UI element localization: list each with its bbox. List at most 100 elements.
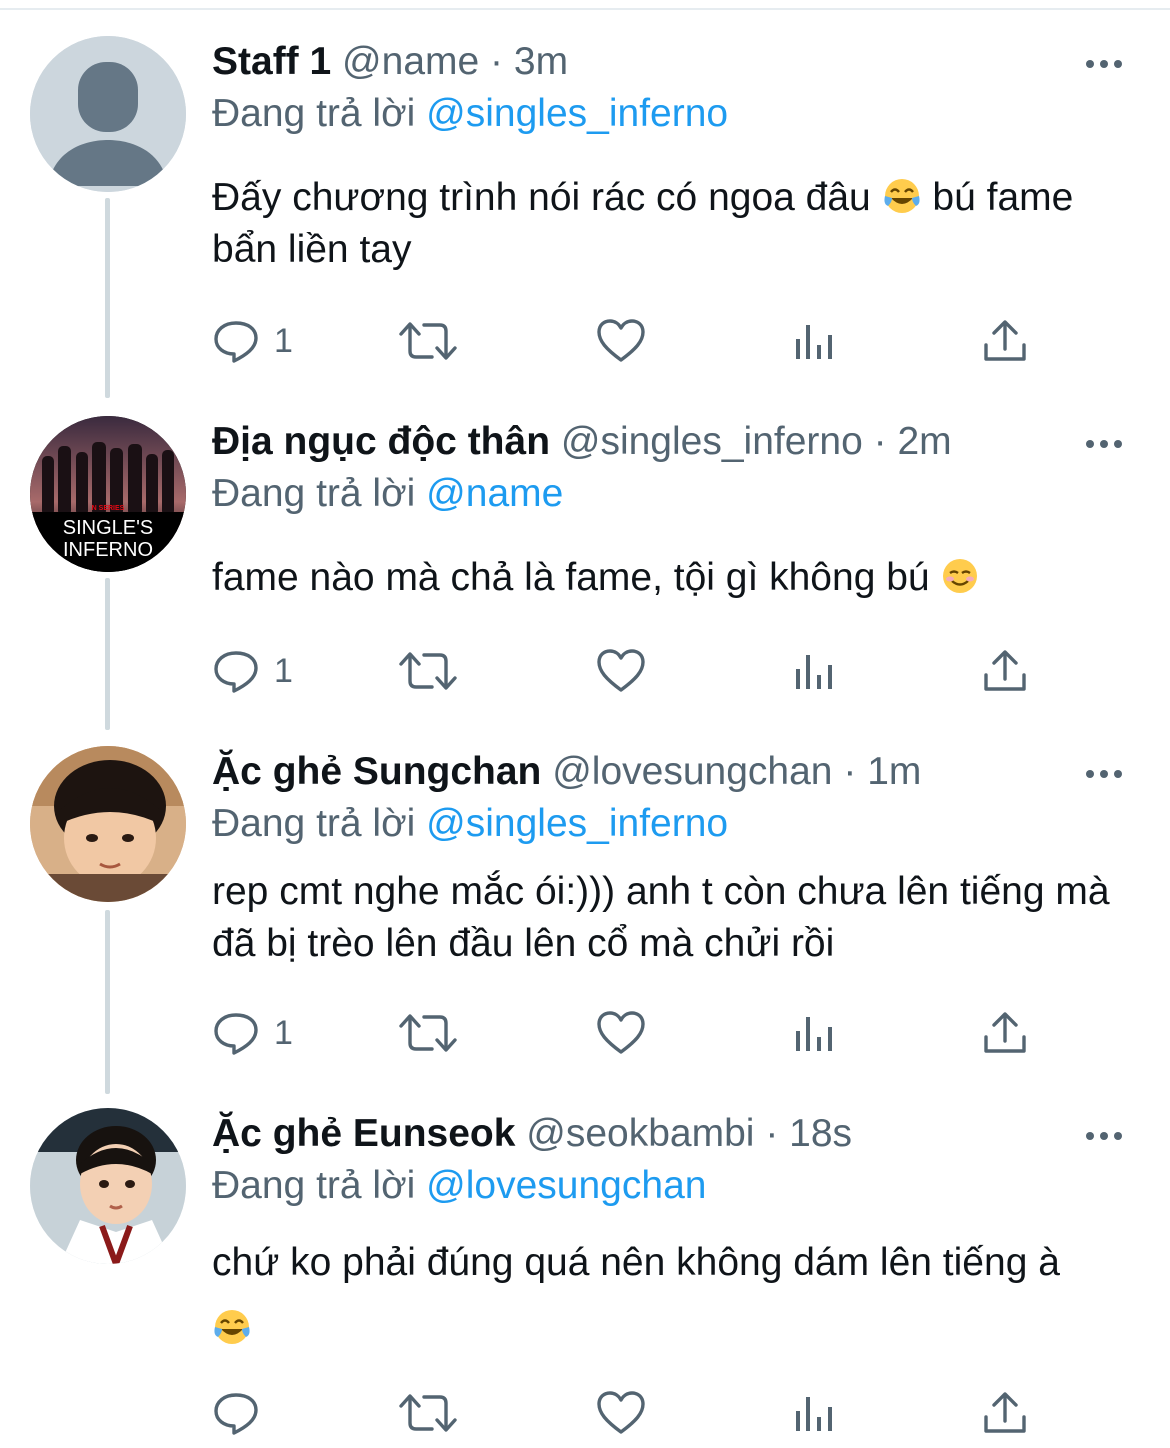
thread-connector <box>105 910 110 1094</box>
default-avatar-icon <box>30 36 186 192</box>
reply-prefix: Đang trả lời <box>212 92 416 135</box>
reply-icon <box>214 321 258 363</box>
like-button[interactable] <box>596 646 646 696</box>
avatar[interactable] <box>30 36 186 192</box>
retweet-icon <box>399 652 457 690</box>
reply-icon <box>214 1393 258 1435</box>
tweet-text-part: rep cmt nghe mắc ói:))) anh t còn chưa l… <box>212 870 1110 965</box>
avatar[interactable]: N SERIES SINGLE'S INFERNO <box>30 416 186 572</box>
replying-to: Đang trả lời @singles_inferno <box>212 88 728 140</box>
child-photo-avatar <box>30 1108 186 1264</box>
face-with-tears-of-joy-icon <box>884 179 920 213</box>
share-button[interactable] <box>982 1388 1028 1438</box>
views-icon <box>796 1397 832 1431</box>
tweet-header: Địa ngục độc thân @singles_inferno · 2m <box>212 416 952 468</box>
user-handle[interactable]: @name <box>342 40 479 83</box>
timestamp[interactable]: 3m <box>514 40 568 83</box>
avatar[interactable] <box>30 746 186 902</box>
timestamp[interactable]: 2m <box>897 420 951 463</box>
child-photo-avatar <box>30 746 186 902</box>
retweet-button[interactable] <box>398 316 458 366</box>
replying-to: Đang trả lời @singles_inferno <box>212 798 728 850</box>
logo-line2: INFERNO <box>63 539 153 561</box>
retweet-icon <box>399 322 457 360</box>
retweet-icon <box>399 1014 457 1052</box>
views-button[interactable] <box>792 646 836 696</box>
reply-prefix: Đang trả lời <box>212 1164 416 1207</box>
reply-count: 1 <box>274 321 293 360</box>
separator-dot: · <box>765 1112 779 1155</box>
share-button[interactable] <box>982 1008 1028 1058</box>
reply-mention[interactable]: @name <box>426 472 563 515</box>
reply-count: 1 <box>274 651 293 690</box>
tweet-header: Ặc ghẻ Eunseok @seokbambi · 18s <box>212 1108 852 1160</box>
views-button[interactable] <box>792 1008 836 1058</box>
action-bar: 1 <box>212 316 1062 366</box>
logo-line1: SINGLE'S <box>63 517 154 539</box>
avatar[interactable] <box>30 1108 186 1264</box>
reply-mention[interactable]: @singles_inferno <box>426 802 728 845</box>
separator-dot: · <box>873 420 887 463</box>
reply-icon <box>214 1013 258 1055</box>
user-handle[interactable]: @singles_inferno <box>561 420 863 463</box>
share-button[interactable] <box>982 646 1028 696</box>
like-icon <box>597 649 645 692</box>
share-icon <box>984 650 1026 691</box>
tweet-text: chứ ko phải đúng quá nên không dám lên t… <box>212 1230 1072 1362</box>
reply-mention[interactable]: @singles_inferno <box>426 92 728 135</box>
timestamp[interactable]: 1m <box>867 750 921 793</box>
reply-button[interactable]: 1 <box>212 1008 293 1058</box>
share-icon <box>984 320 1026 361</box>
retweet-icon <box>399 1394 457 1432</box>
like-button[interactable] <box>596 316 646 366</box>
timestamp[interactable]: 18s <box>789 1112 852 1155</box>
tweet-text: fame nào mà chả là fame, tội gì không bú <box>212 552 1142 604</box>
more-icon[interactable] <box>1086 770 1122 778</box>
like-icon <box>597 1011 645 1054</box>
display-name[interactable]: Ặc ghẻ Sungchan <box>212 750 541 793</box>
reply-prefix: Đang trả lời <box>212 472 416 515</box>
tweet-header: Staff 1 @name · 3m <box>212 36 568 88</box>
separator-dot: · <box>490 40 504 83</box>
display-name[interactable]: Địa ngục độc thân <box>212 420 550 463</box>
logo-series: N SERIES <box>92 505 125 512</box>
user-handle[interactable]: @lovesungchan <box>552 750 832 793</box>
reply-button[interactable] <box>212 1388 274 1438</box>
like-button[interactable] <box>596 1008 646 1058</box>
like-icon <box>597 319 645 362</box>
separator-dot: · <box>843 750 857 793</box>
retweet-button[interactable] <box>398 646 458 696</box>
thread-connector <box>105 578 110 730</box>
tweet-text: Đấy chương trình nói rác có ngoa đâu bú … <box>212 172 1142 276</box>
like-icon <box>597 1391 645 1434</box>
like-button[interactable] <box>596 1388 646 1438</box>
more-icon[interactable] <box>1086 440 1122 448</box>
action-bar: 1 <box>212 1008 1062 1058</box>
reply-icon <box>214 651 258 693</box>
tweet-text-part: Đấy chương trình nói rác có ngoa đâu <box>212 176 871 219</box>
views-button[interactable] <box>792 316 836 366</box>
thread-connector <box>105 198 110 398</box>
more-icon[interactable] <box>1086 60 1122 68</box>
reply-mention[interactable]: @lovesungchan <box>426 1164 706 1207</box>
share-icon <box>984 1392 1026 1433</box>
more-icon[interactable] <box>1086 1132 1122 1140</box>
action-bar: 1 <box>212 646 1062 696</box>
singles-inferno-logo: N SERIES SINGLE'S INFERNO <box>30 416 186 572</box>
retweet-button[interactable] <box>398 1388 458 1438</box>
tweet-text: rep cmt nghe mắc ói:))) anh t còn chưa l… <box>212 866 1112 970</box>
display-name[interactable]: Ặc ghẻ Eunseok <box>212 1112 515 1155</box>
user-handle[interactable]: @seokbambi <box>526 1112 754 1155</box>
reply-prefix: Đang trả lời <box>212 802 416 845</box>
replying-to: Đang trả lời @name <box>212 468 563 520</box>
views-button[interactable] <box>792 1388 836 1438</box>
reply-count: 1 <box>274 1013 293 1052</box>
replying-to: Đang trả lời @lovesungchan <box>212 1160 706 1212</box>
retweet-button[interactable] <box>398 1008 458 1058</box>
display-name[interactable]: Staff 1 <box>212 40 331 83</box>
reply-button[interactable]: 1 <box>212 316 293 366</box>
share-icon <box>984 1012 1026 1053</box>
reply-button[interactable]: 1 <box>212 646 293 696</box>
tweet-text-part: fame nào mà chả là fame, tội gì không bú <box>212 556 930 599</box>
share-button[interactable] <box>982 316 1028 366</box>
